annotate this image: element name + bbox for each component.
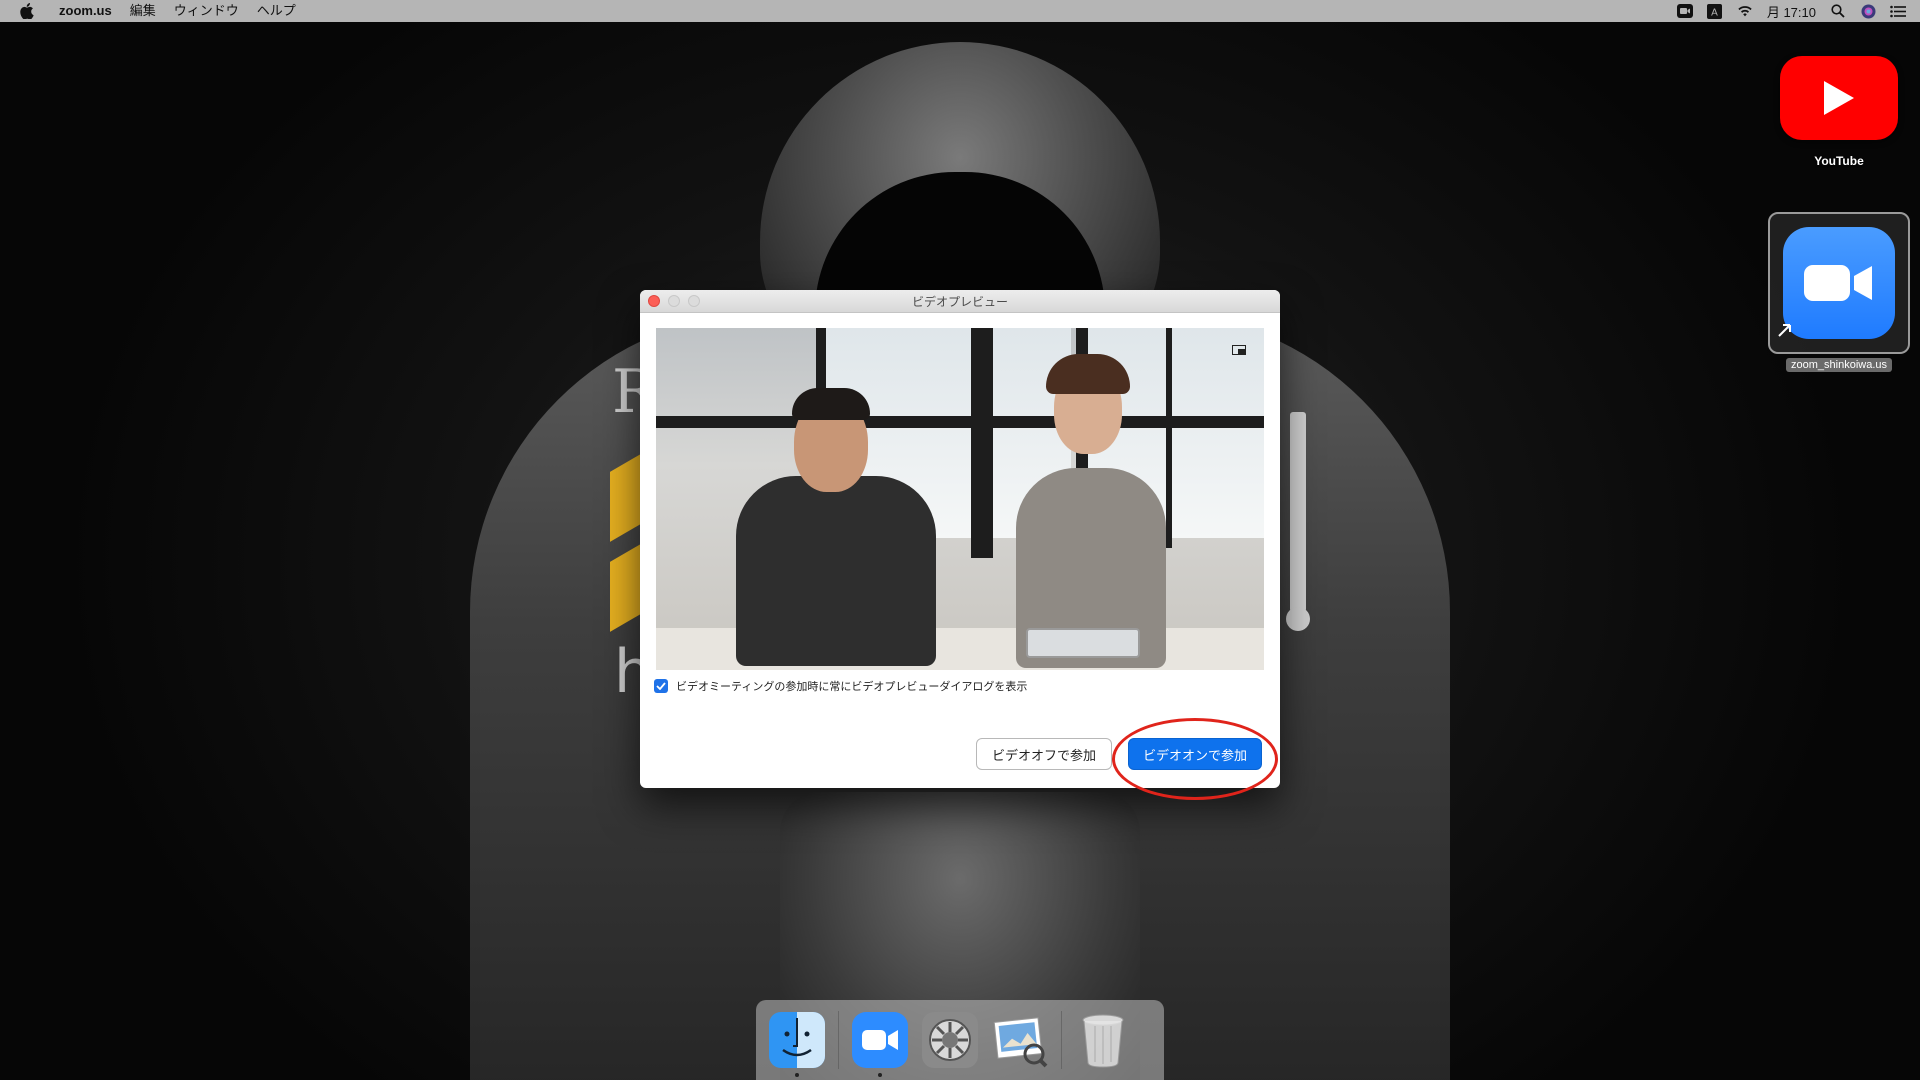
minimize-window-button[interactable] bbox=[668, 295, 680, 307]
always-show-preview-checkbox[interactable] bbox=[654, 679, 668, 693]
dock-zoom[interactable] bbox=[851, 1011, 909, 1077]
alias-arrow-icon bbox=[1776, 321, 1794, 344]
menu-clock[interactable]: 月 17:10 bbox=[1767, 2, 1816, 21]
input-source-icon[interactable]: A bbox=[1707, 3, 1723, 19]
youtube-icon bbox=[1780, 56, 1898, 140]
apple-menu-icon[interactable] bbox=[16, 3, 38, 19]
picture-in-picture-icon[interactable] bbox=[1232, 342, 1246, 360]
desktop-icon-label: YouTube bbox=[1814, 154, 1864, 168]
video-preview-dialog: ビデオプレビュー ビデオミーティングの参加時に常にビデオプレビューダイアログを表… bbox=[640, 290, 1280, 788]
checkbox-label: ビデオミーティングの参加時に常にビデオプレビューダイアログを表示 bbox=[676, 681, 1028, 693]
wallpaper-exclamation-bar bbox=[1290, 412, 1306, 612]
menu-help[interactable]: ヘルプ bbox=[248, 0, 305, 22]
selected-icon-frame bbox=[1768, 212, 1910, 354]
trash-icon bbox=[1082, 1014, 1124, 1068]
dialog-titlebar[interactable]: ビデオプレビュー bbox=[640, 290, 1280, 313]
desktop-icon-youtube[interactable]: YouTube bbox=[1780, 56, 1898, 168]
video-preview-area bbox=[656, 328, 1264, 670]
zoom-status-icon[interactable] bbox=[1676, 3, 1693, 19]
siri-icon[interactable] bbox=[1860, 3, 1876, 19]
dialog-title: ビデオプレビュー bbox=[911, 294, 1008, 309]
zoom-window-button[interactable] bbox=[688, 295, 700, 307]
system-preferences-icon bbox=[922, 1012, 978, 1068]
svg-text:A: A bbox=[1712, 7, 1719, 18]
dock-finder[interactable] bbox=[768, 1011, 826, 1077]
menu-edit[interactable]: 編集 bbox=[121, 0, 165, 22]
join-video-off-button[interactable]: ビデオオフで参加 bbox=[976, 738, 1112, 770]
preview-icon bbox=[993, 1017, 1048, 1068]
dock bbox=[756, 1000, 1164, 1080]
menu-window[interactable]: ウィンドウ bbox=[165, 0, 248, 22]
dock-trash[interactable] bbox=[1074, 1011, 1132, 1069]
close-window-button[interactable] bbox=[648, 295, 660, 307]
desktop-icon-zoom-alias[interactable]: zoom_shinkoiwa.us bbox=[1768, 212, 1910, 372]
notification-center-icon[interactable] bbox=[1890, 3, 1906, 19]
spotlight-search-icon[interactable] bbox=[1830, 3, 1846, 19]
desktop-icon-label: zoom_shinkoiwa.us bbox=[1786, 358, 1892, 372]
dock-preview[interactable] bbox=[991, 1011, 1049, 1069]
finder-icon bbox=[769, 1012, 825, 1068]
zoom-app-icon bbox=[1783, 227, 1895, 339]
annotation-circle bbox=[1112, 718, 1278, 800]
wifi-icon[interactable] bbox=[1737, 3, 1753, 19]
dock-system-preferences[interactable] bbox=[921, 1011, 979, 1069]
menu-app-name[interactable]: zoom.us bbox=[50, 0, 121, 22]
wallpaper-exclamation-dot bbox=[1286, 607, 1310, 631]
always-show-preview-option[interactable]: ビデオミーティングの参加時に常にビデオプレビューダイアログを表示 bbox=[654, 678, 1027, 694]
zoom-icon bbox=[852, 1012, 908, 1068]
menu-bar: zoom.us 編集 ウィンドウ ヘルプ A 月 17:10 bbox=[0, 0, 1920, 22]
